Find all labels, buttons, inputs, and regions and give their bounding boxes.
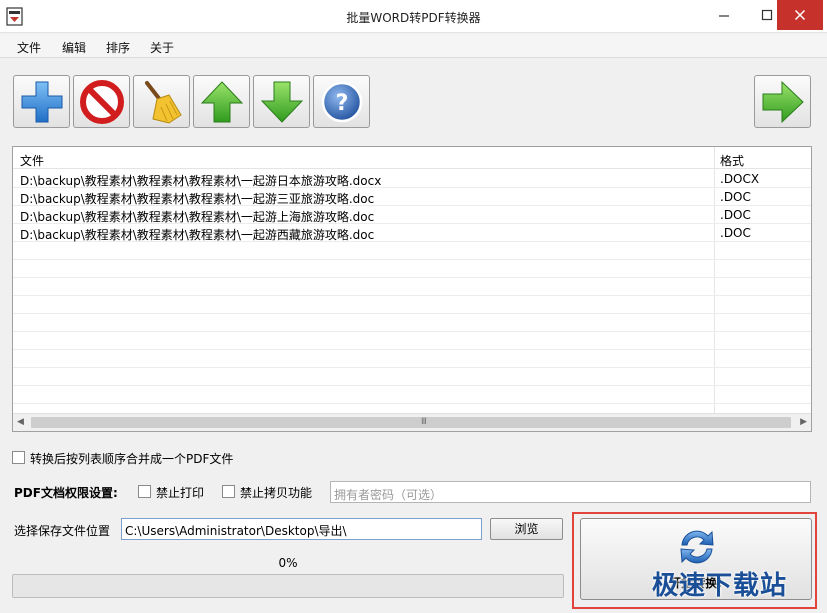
convert-arrow-button[interactable] — [754, 75, 811, 128]
watermark-text: 极速下载站 — [652, 571, 788, 601]
title-bar: 批量WORD转PDF转换器 — [0, 0, 827, 33]
merge-checkbox[interactable] — [12, 451, 25, 464]
move-down-button[interactable] — [253, 75, 310, 128]
clear-list-button[interactable] — [133, 75, 190, 128]
table-row[interactable]: D:\backup\教程素材\教程素材\教程素材\一起游西藏旅游攻略.doc .… — [13, 224, 811, 242]
window-title: 批量WORD转PDF转换器 — [346, 11, 481, 25]
list-header: 文件 格式 — [13, 147, 811, 169]
scroll-right-icon[interactable]: ▶ — [800, 417, 807, 427]
refresh-icon — [680, 530, 714, 564]
scroll-left-icon[interactable]: ◀ — [17, 417, 24, 427]
help-button[interactable]: ? — [313, 75, 370, 128]
plus-icon — [21, 81, 62, 122]
menu-file[interactable]: 文件 — [17, 39, 41, 56]
empty-row — [13, 314, 811, 332]
empty-row — [13, 350, 811, 368]
move-up-button[interactable] — [193, 75, 250, 128]
empty-row — [13, 332, 811, 350]
svg-text:?: ? — [335, 91, 348, 116]
prohibit-icon — [79, 79, 124, 124]
menu-sort[interactable]: 排序 — [106, 39, 130, 56]
scroll-thumb[interactable]: III — [31, 417, 791, 428]
row-format: .DOC — [720, 190, 751, 204]
row-format: .DOC — [720, 208, 751, 222]
row-file-path: D:\backup\教程素材\教程素材\教程素材\一起游上海旅游攻略.doc — [20, 210, 375, 224]
progress-percent: 0% — [278, 556, 298, 570]
output-path-label: 选择保存文件位置 — [14, 524, 111, 538]
row-format: .DOC — [720, 226, 751, 240]
empty-row — [13, 260, 811, 278]
row-file-path: D:\backup\教程素材\教程素材\教程素材\一起游西藏旅游攻略.doc — [20, 228, 375, 242]
arrow-right-icon — [762, 80, 804, 123]
empty-row — [13, 386, 811, 404]
no-copy-label: 禁止拷贝功能 — [240, 486, 313, 500]
arrow-down-icon — [260, 81, 303, 123]
merge-label: 转换后按列表顺序合并成一个PDF文件 — [30, 452, 234, 466]
add-file-button[interactable] — [13, 75, 70, 128]
output-path-input[interactable]: C:\Users\Administrator\Desktop\导出\ — [121, 518, 482, 540]
owner-password-placeholder: 拥有者密码（可选） — [334, 488, 443, 502]
broom-icon — [144, 80, 182, 124]
menu-about[interactable]: 关于 — [150, 39, 174, 56]
output-path-value: C:\Users\Administrator\Desktop\导出\ — [125, 524, 347, 538]
arrow-up-icon — [200, 80, 243, 122]
maximize-icon — [761, 9, 773, 21]
menu-bar: 文件 编辑 排序 关于 — [0, 34, 827, 58]
column-header-file[interactable]: 文件 — [20, 152, 44, 169]
scroll-grip: III — [421, 417, 427, 427]
minimize-button[interactable] — [705, 0, 743, 30]
empty-row — [13, 368, 811, 386]
progress-bar — [12, 574, 564, 598]
column-header-format[interactable]: 格式 — [720, 152, 744, 169]
row-file-path: D:\backup\教程素材\教程素材\教程素材\一起游日本旅游攻略.docx — [20, 174, 382, 188]
empty-row — [13, 242, 811, 260]
row-format: .DOCX — [720, 172, 760, 186]
empty-row — [13, 278, 811, 296]
no-print-label: 禁止打印 — [156, 486, 205, 500]
close-button[interactable] — [777, 0, 823, 30]
remove-file-button[interactable] — [73, 75, 130, 128]
minimize-icon — [719, 15, 729, 17]
help-icon: ? — [321, 81, 362, 122]
no-print-checkbox[interactable] — [138, 485, 151, 498]
browse-button[interactable]: 浏览 — [490, 518, 563, 540]
file-list[interactable]: 文件 格式 D:\backup\教程素材\教程素材\教程素材\一起游日本旅游攻略… — [12, 146, 812, 432]
empty-row — [13, 296, 811, 314]
table-row[interactable]: D:\backup\教程素材\教程素材\教程素材\一起游三亚旅游攻略.doc .… — [13, 188, 811, 206]
table-row[interactable]: D:\backup\教程素材\教程素材\教程素材\一起游上海旅游攻略.doc .… — [13, 206, 811, 224]
no-copy-checkbox[interactable] — [222, 485, 235, 498]
permissions-label: PDF文档权限设置: — [14, 486, 118, 500]
close-icon — [794, 9, 806, 21]
horizontal-scrollbar[interactable]: ◀ III ▶ — [13, 413, 811, 431]
row-file-path: D:\backup\教程素材\教程素材\教程素材\一起游三亚旅游攻略.doc — [20, 192, 375, 206]
owner-password-input[interactable]: 拥有者密码（可选） — [330, 481, 811, 503]
menu-edit[interactable]: 编辑 — [62, 39, 86, 56]
table-row[interactable]: D:\backup\教程素材\教程素材\教程素材\一起游日本旅游攻略.docx … — [13, 170, 811, 188]
